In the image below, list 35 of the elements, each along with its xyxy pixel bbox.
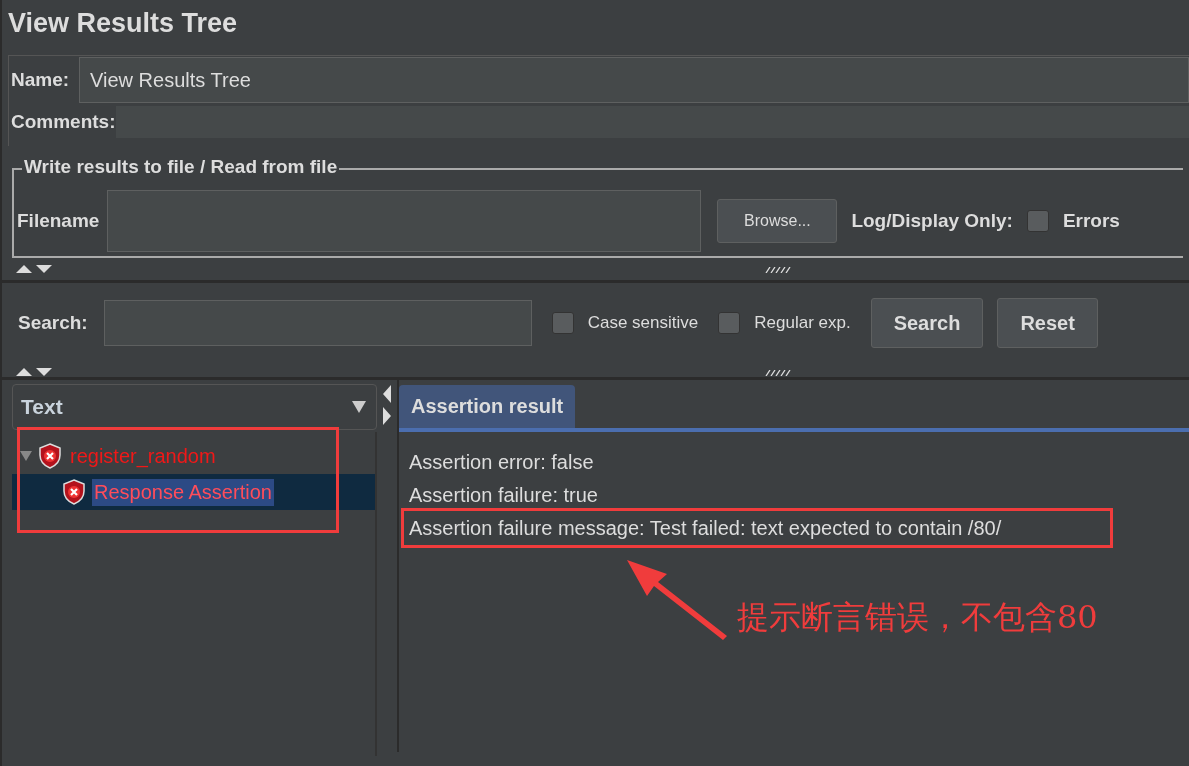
reset-button[interactable]: Reset: [997, 298, 1098, 348]
annotation-text: 提示断言错误，不包含80: [737, 597, 1098, 638]
tree-item-label: Response Assertion: [92, 478, 274, 506]
option-label: Case sensitive: [587, 313, 699, 333]
name-field[interactable]: View Results Tree: [79, 57, 1189, 103]
expand-toggle-icon[interactable]: [20, 450, 32, 462]
search-button[interactable]: Search: [870, 298, 984, 348]
tab[interactable]: Assertion result: [399, 385, 576, 428]
search-label: Search:: [18, 312, 88, 334]
caret-icon: [352, 401, 366, 413]
splitter-grip-icon[interactable]: [764, 370, 792, 376]
search-field[interactable]: [103, 300, 532, 346]
collapse-expand-icon[interactable]: [382, 384, 392, 426]
option-label: Regular exp.: [754, 313, 851, 333]
splitter-grip-icon[interactable]: [764, 267, 792, 273]
result-line: Assertion error: false: [409, 450, 594, 474]
option-checkbox[interactable]: [718, 312, 741, 334]
result-line: Assertion failure: true: [409, 483, 598, 507]
result-line: Assertion failure message: Test failed: text expected to contain /80/: [409, 516, 1002, 540]
collapse-expand-icon[interactable]: [14, 264, 54, 274]
text-view-dropdown[interactable]: Text: [12, 384, 377, 430]
errors-label: Errors: [1062, 210, 1120, 232]
log-display-label: Log/Display Only:: [851, 210, 1013, 232]
tree-item-label: register_random: [69, 443, 217, 470]
shield-error-icon: [62, 479, 86, 505]
option-checkbox[interactable]: [551, 312, 574, 334]
comments-label: Comments:: [11, 111, 116, 133]
filename-field[interactable]: [107, 190, 702, 252]
filename-label: Filename: [17, 210, 100, 232]
collapse-expand-icon[interactable]: [14, 367, 54, 377]
window-title: View Results Tree: [7, 7, 239, 40]
shield-error-icon: [38, 443, 62, 469]
browse-button[interactable]: Browse...: [717, 199, 838, 243]
name-label: Name:: [11, 69, 70, 91]
errors-checkbox[interactable]: [1026, 210, 1049, 232]
